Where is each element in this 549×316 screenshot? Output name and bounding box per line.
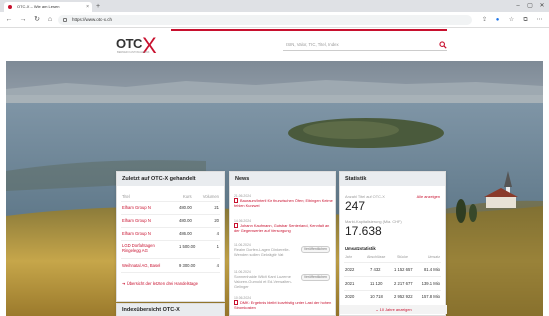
statistics-panel: Statistik Anzahl Titel auf OTC-X Alle an…: [339, 171, 447, 316]
search-input[interactable]: ISIN, Valor, TIC, Titel, Index: [283, 40, 447, 51]
row-volume: 4: [216, 231, 219, 236]
site-header: [0, 28, 549, 62]
ten-years-button[interactable]: ⌄ 10 Jahre anzeigen: [340, 305, 447, 314]
more-link-label: Übersicht der letzten drei Handelstage: [126, 281, 198, 286]
browser-tab[interactable]: OTC-X – Wie am Lesen ×: [4, 2, 92, 12]
news-panel: News 21.06.2024 Bauraum/Interil für thur…: [229, 171, 336, 316]
row-volume: 4: [216, 263, 219, 268]
search-icon[interactable]: [439, 41, 447, 49]
row-volume: 1: [216, 244, 219, 249]
turnover-title: Umsatzstatistik: [345, 246, 376, 251]
row-pieces: 2 952 922: [394, 294, 413, 299]
count-value: 247: [345, 199, 366, 213]
logo-mark: X: [142, 33, 157, 58]
menu-icon[interactable]: ⋯: [535, 15, 544, 25]
more-link[interactable]: ➜ Übersicht der letzten drei Handelstage: [117, 280, 224, 287]
logo-subtitle: BERNER KANTONALBANK: [117, 51, 150, 54]
row-title[interactable]: Elham Group N: [122, 217, 151, 224]
address-bar[interactable]: https://www.otc-x.ch: [58, 15, 472, 25]
new-tab-icon[interactable]: +: [96, 2, 100, 11]
row-volume: 21: [214, 205, 219, 210]
panel-title: News: [230, 172, 335, 186]
row-title[interactable]: LGD Dorfahtagen Ringelegg AG: [122, 243, 174, 253]
collections-icon[interactable]: ⧉: [521, 15, 530, 25]
maximize-icon[interactable]: ▢: [525, 0, 535, 12]
row-year: 2022: [345, 267, 355, 272]
row-title[interactable]: Weihnatal AG, Basel: [122, 262, 160, 269]
ten-years-label: 10 Jahre anzeigen: [379, 307, 412, 312]
row-title[interactable]: Elham Group N: [122, 230, 151, 237]
row-volume: 20: [214, 218, 219, 223]
news-item[interactable]: 10.06.2024 DMK: Ergebnis bleibt kurzfris…: [234, 296, 333, 314]
close-window-icon[interactable]: ✕: [537, 0, 547, 12]
panel-title: Indexübersicht OTC-X: [117, 304, 224, 316]
minimize-icon[interactable]: –: [513, 0, 523, 12]
news-text[interactable]: Johann Kaufmann, Gutsbar Senterland, Ken…: [234, 223, 329, 233]
browser-tab-title: OTC-X – Wie am Lesen: [17, 4, 60, 9]
market-cap-value: 17.638: [345, 224, 382, 238]
news-text[interactable]: DMK: Ergebnis bleibt kurzfristig unter L…: [234, 300, 331, 310]
news-text[interactable]: Realm Dorfen-Lagen Dinkerelle-Wenden sol…: [234, 247, 296, 257]
row-year: 2021: [345, 281, 355, 286]
panel-title: Zuletzt auf OTC-X gehandelt: [117, 172, 224, 186]
share-icon[interactable]: ⇪: [480, 15, 489, 25]
news-badge: Veröffentlichen: [300, 274, 330, 281]
row-turnover: 81.4 Mio: [423, 267, 440, 272]
column-header-pieces: Stücke: [397, 255, 408, 259]
row-price: 480.00: [179, 205, 192, 210]
last-traded-panel: Zuletzt auf OTC-X gehandelt Titel Kurs V…: [116, 171, 225, 302]
panel-title: Statistik: [340, 172, 445, 186]
column-header-volume: Volumen: [202, 194, 219, 199]
row-trades: 7 432: [370, 267, 381, 272]
accent-bar: [171, 29, 447, 31]
news-text[interactable]: Sonnenhalde Wildt Kant Luzerne Valoren-G…: [234, 274, 296, 289]
column-header-turnover: Umsatz: [427, 255, 440, 259]
row-turnover: 139.1 Mio: [421, 281, 440, 286]
row-price: 486.00: [179, 231, 192, 236]
show-all-link[interactable]: Alle anzeigen: [417, 194, 440, 199]
favicon-icon: [8, 5, 12, 9]
news-text[interactable]: Bauraum/Interil für thurwischen Öfen; El…: [234, 198, 333, 208]
address-bar-url: https://www.otc-x.ch: [72, 17, 113, 22]
home-icon[interactable]: ⌂: [45, 14, 55, 26]
news-badge: Veröffentlichen: [300, 246, 330, 253]
column-header-price: Kurs: [183, 194, 192, 199]
favorites-icon[interactable]: ☆: [507, 15, 516, 25]
index-panel: Indexübersicht OTC-X: [116, 303, 225, 316]
row-price: 1 500.00: [179, 244, 196, 249]
row-price: 480.00: [179, 218, 192, 223]
column-header-trades: Abschlüsse: [367, 255, 386, 259]
back-icon[interactable]: ←: [4, 14, 14, 26]
row-title[interactable]: Elham Group N: [122, 204, 151, 211]
lock-icon: [63, 18, 67, 22]
row-turnover: 157.8 Mio: [421, 294, 440, 299]
otcx-logo[interactable]: OTC X BERNER KANTONALBANK: [116, 33, 164, 59]
row-trades: 10 718: [370, 294, 383, 299]
logo-text: OTC: [116, 36, 142, 51]
column-header-year: Jahr: [345, 255, 352, 259]
forward-icon[interactable]: →: [18, 14, 28, 26]
news-item[interactable]: 21.06.2024 Bauraum/Interil für thurwisch…: [234, 194, 333, 216]
row-pieces: 2 217 677: [394, 281, 413, 286]
row-pieces: 1 152 657: [394, 267, 413, 272]
row-year: 2020: [345, 294, 355, 299]
column-header-title: Titel: [122, 194, 130, 199]
row-price: 9 300.00: [179, 263, 196, 268]
extension-icon[interactable]: ●: [493, 15, 502, 25]
reload-icon[interactable]: ↻: [32, 14, 42, 26]
row-trades: 11 120: [370, 281, 383, 286]
close-tab-icon[interactable]: ×: [86, 2, 89, 12]
news-item[interactable]: 14.06.2024 Johann Kaufmann, Gutsbar Sent…: [234, 219, 333, 241]
